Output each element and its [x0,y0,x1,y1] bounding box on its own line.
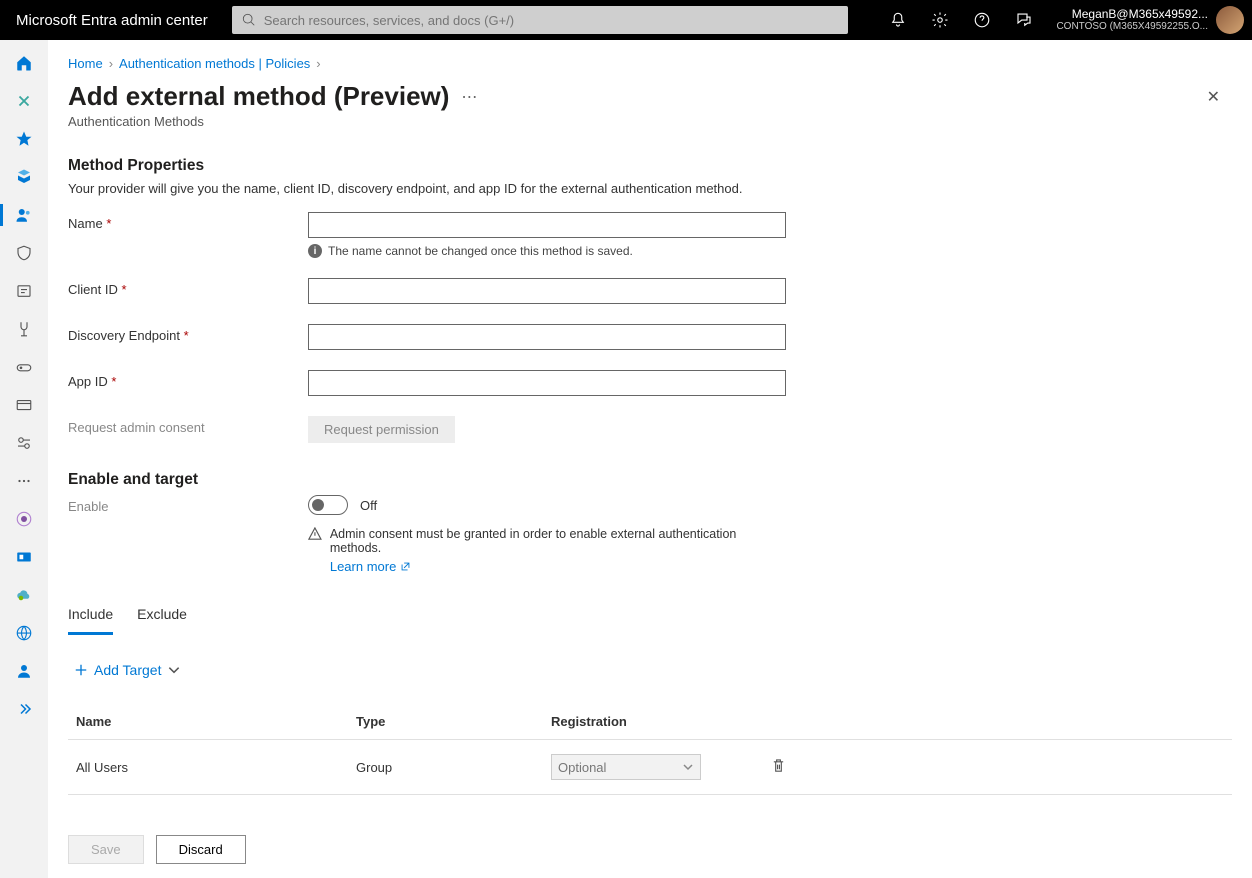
more-actions-icon[interactable]: ⋯ [461,87,477,107]
sidebar-expand[interactable] [0,690,48,728]
learn-more-link[interactable]: Learn more [330,559,411,574]
targets-table: Name Type Registration All Users Group O… [68,704,1232,795]
sidebar-home[interactable] [0,44,48,82]
client-id-input[interactable] [308,278,786,304]
footer-actions: Save Discard [48,825,1252,878]
feedback-icon[interactable] [1004,0,1044,40]
target-type: Group [348,740,543,795]
top-header: Microsoft Entra admin center MeganB@M365… [0,0,1252,40]
client-id-label: Client ID [68,282,118,297]
sidebar-learn[interactable] [0,500,48,538]
registration-select[interactable]: Optional [551,754,701,780]
discovery-input[interactable] [308,324,786,350]
breadcrumb-page[interactable]: Authentication methods | Policies [119,56,310,71]
section-method-properties: Method Properties [68,157,1232,175]
page-subtitle: Authentication Methods [68,114,1232,129]
sidebar-global[interactable] [0,614,48,652]
target-name: All Users [68,740,348,795]
chevron-down-icon [167,663,181,677]
close-icon[interactable]: ✕ [1207,87,1220,107]
tab-exclude[interactable]: Exclude [137,606,187,635]
enable-label: Enable [68,495,308,514]
warning-icon [308,527,322,541]
sidebar-cloud[interactable] [0,576,48,614]
user-org: CONTOSO (M365X49592255.O... [1056,21,1208,33]
table-row: All Users Group Optional [68,740,1232,795]
plus-icon [74,663,88,677]
chevron-right-icon: › [316,56,320,71]
sidebar-users[interactable] [0,196,48,234]
help-icon[interactable] [962,0,1002,40]
search-input[interactable] [256,13,838,28]
sidebar-identity[interactable] [0,158,48,196]
sidebar-settings[interactable] [0,424,48,462]
page-title: Add external method (Preview) [68,81,449,112]
sidebar-favorites[interactable] [0,120,48,158]
sidebar-support[interactable] [0,538,48,576]
delete-icon[interactable] [771,758,786,773]
app-title[interactable]: Microsoft Entra admin center [0,12,224,29]
section-enable-target: Enable and target [68,471,1232,489]
col-registration: Registration [543,704,763,740]
breadcrumb-home[interactable]: Home [68,56,103,71]
request-permission-button[interactable]: Request permission [308,416,455,443]
name-input[interactable] [308,212,786,238]
user-account[interactable]: MeganB@M365x49592... CONTOSO (M365X49592… [1048,6,1252,34]
notifications-icon[interactable] [878,0,918,40]
enable-toggle[interactable] [308,495,348,515]
discard-button[interactable]: Discard [156,835,246,864]
user-name: MeganB@M365x49592... [1056,7,1208,21]
avatar[interactable] [1216,6,1244,34]
discovery-label: Discovery Endpoint [68,328,180,343]
add-target-button[interactable]: Add Target [68,658,187,682]
chevron-right-icon: › [109,56,113,71]
col-type: Type [348,704,543,740]
sidebar-person[interactable] [0,652,48,690]
sidebar-verified-id[interactable] [0,310,48,348]
search-box[interactable] [232,6,848,34]
app-id-input[interactable] [308,370,786,396]
method-properties-desc: Your provider will give you the name, cl… [68,181,1232,196]
col-name: Name [68,704,348,740]
app-id-label: App ID [68,374,108,389]
name-help-text: The name cannot be changed once this met… [328,244,633,258]
info-icon: i [308,244,322,258]
toggle-state: Off [360,498,377,513]
main-content: Home › Authentication methods | Policies… [48,40,1252,878]
sidebar-protection[interactable] [0,234,48,272]
consent-label: Request admin consent [68,416,308,435]
sidebar-more[interactable] [0,462,48,500]
external-link-icon [400,561,411,572]
name-label: Name [68,216,103,231]
left-sidebar [0,40,48,878]
warn-text: Admin consent must be granted in order t… [330,527,737,555]
sidebar-permissions[interactable] [0,348,48,386]
settings-icon[interactable] [920,0,960,40]
breadcrumb: Home › Authentication methods | Policies… [68,56,1232,71]
save-button[interactable]: Save [68,835,144,864]
search-icon [242,13,256,27]
sidebar-governance[interactable] [0,272,48,310]
sidebar-billing[interactable] [0,386,48,424]
tab-include[interactable]: Include [68,606,113,635]
sidebar-diagnose[interactable] [0,82,48,120]
